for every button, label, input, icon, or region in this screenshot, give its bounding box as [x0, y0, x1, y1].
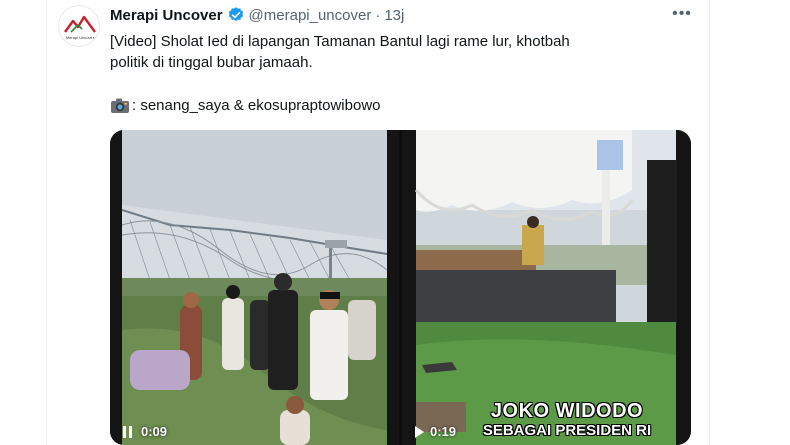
avatar[interactable]: Merapi Uncover — [58, 5, 100, 47]
video-right-frame — [402, 130, 691, 445]
media-grid: 0:09 JOKO WIDODO SEBAGAI PRESIDEN RI 0:1… — [110, 130, 691, 445]
mountain-logo-icon — [64, 15, 96, 33]
tweet-card[interactable]: Merapi Uncover Merapi Uncover @merapi_un… — [0, 0, 790, 445]
tweet-text: [Video] Sholat Ied di lapangan Tamanan B… — [110, 33, 570, 71]
verified-badge-icon — [227, 6, 245, 24]
video-left-frame — [110, 130, 399, 445]
caption-line-2: SEBAGAI PRESIDEN RI — [482, 422, 652, 439]
video-left-controls[interactable]: 0:09 — [123, 424, 167, 439]
video-right-caption: JOKO WIDODO SEBAGAI PRESIDEN RI — [452, 400, 682, 440]
pause-icon[interactable] — [123, 425, 135, 438]
video-right-controls[interactable]: 0:19 — [415, 424, 456, 439]
play-icon[interactable] — [415, 425, 424, 438]
tweet-header: Merapi Uncover @merapi_uncover · 13j — [110, 5, 404, 25]
tweet-timestamp[interactable]: 13j — [384, 7, 404, 24]
video-right[interactable]: JOKO WIDODO SEBAGAI PRESIDEN RI 0:19 — [402, 130, 691, 445]
video-right-timestamp: 0:19 — [430, 424, 457, 439]
avatar-caption: Merapi Uncover — [65, 35, 95, 40]
more-options-icon[interactable]: ••• — [671, 3, 693, 25]
separator-dot: · — [375, 6, 381, 24]
timeline-divider-left — [46, 0, 47, 445]
display-name[interactable]: Merapi Uncover — [110, 7, 223, 24]
caption-line-1: JOKO WIDODO — [490, 400, 644, 422]
user-handle[interactable]: @merapi_uncover — [249, 7, 372, 24]
video-left-timestamp: 0:09 — [141, 424, 168, 439]
timeline-divider-right — [709, 0, 710, 445]
camera-emoji-icon — [110, 97, 130, 114]
media-credit: : senang_saya & ekosupraptowibowo — [110, 95, 381, 116]
video-left[interactable]: 0:09 — [110, 130, 399, 445]
credit-text: : senang_saya & ekosupraptowibowo — [132, 97, 381, 114]
